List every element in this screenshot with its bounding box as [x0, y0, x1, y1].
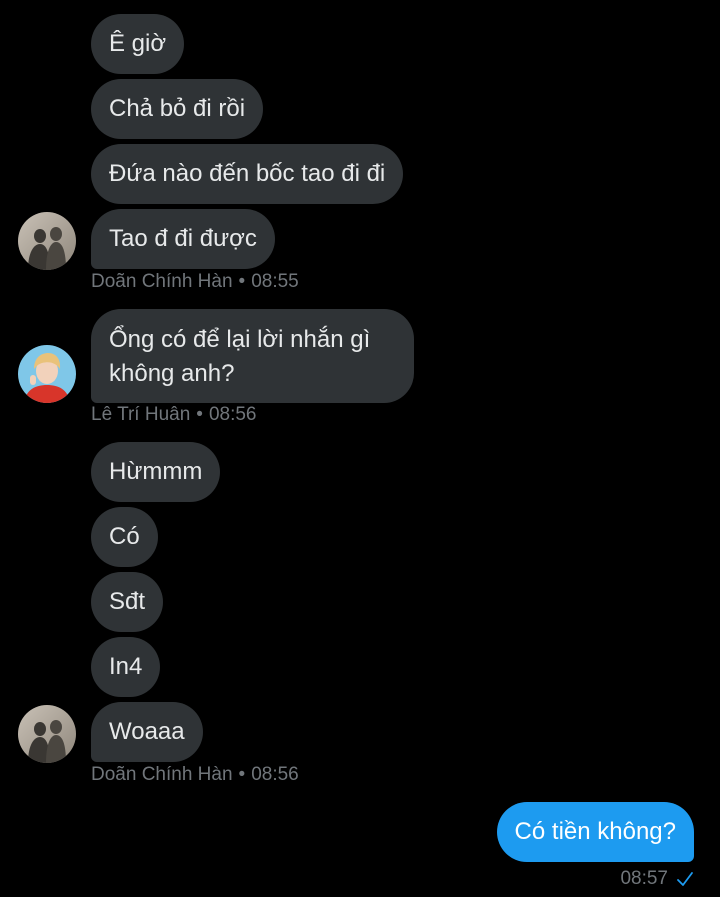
sender-name: Doãn Chính Hàn: [91, 271, 233, 292]
message-bubble[interactable]: Woaaa: [91, 702, 203, 762]
meta-separator: •: [196, 404, 203, 425]
message-time: 08:55: [251, 271, 299, 292]
message-text: In4: [109, 653, 143, 680]
message-bubble[interactable]: Có: [91, 507, 158, 567]
sender-name: Doãn Chính Hàn: [91, 764, 233, 785]
avatar-couple-silhouette-icon: [18, 212, 76, 270]
message-bubble[interactable]: Đứa nào đến bốc tao đi đi: [91, 144, 404, 204]
message-bubble[interactable]: Ê giờ: [91, 14, 185, 74]
meta-separator: •: [238, 764, 246, 785]
message-text: Woaaa: [109, 718, 185, 745]
message-meta: Doãn Chính Hàn • 08:56: [91, 764, 299, 786]
message-bubble[interactable]: Tao đ đi được: [91, 209, 275, 269]
meta-separator: •: [238, 271, 246, 292]
avatar-person-red-shirt-icon: [18, 345, 76, 403]
message-text: Hừmmm: [109, 458, 203, 485]
message-time: 08:56: [251, 764, 299, 785]
outgoing-message-bubble[interactable]: Có tiền không?: [496, 802, 694, 862]
avatar-couple-silhouette-icon: [18, 705, 76, 763]
message-text: Ổng có để lại lời nhắn gì không anh?: [109, 326, 371, 387]
message-time: 08:56: [208, 404, 257, 425]
message-bubble[interactable]: Hừmmm: [91, 442, 221, 502]
message-text: Đứa nào đến bốc tao đi đi: [109, 160, 386, 187]
message-meta: Lê Trí Huân • 08:56: [91, 404, 256, 426]
sender-avatar[interactable]: [18, 212, 76, 270]
message-text: Chả bỏ đi rồi: [109, 95, 246, 122]
message-bubble[interactable]: Sđt: [91, 572, 164, 632]
message-time: 08:57: [620, 868, 668, 889]
check-icon: [677, 872, 693, 886]
message-text: Ê giờ: [109, 30, 167, 57]
message-meta: Doãn Chính Hàn • 08:55: [91, 271, 299, 293]
message-bubble[interactable]: In4: [91, 637, 161, 697]
message-bubble[interactable]: Chả bỏ đi rồi: [91, 79, 264, 139]
sender-name: Lê Trí Huân: [91, 404, 191, 425]
sender-avatar[interactable]: [18, 705, 76, 763]
message-bubble[interactable]: Ổng có để lại lời nhắn gì không anh?: [91, 309, 414, 403]
message-text: Có tiền không?: [514, 818, 676, 845]
message-text: Tao đ đi được: [109, 225, 257, 252]
outgoing-message-meta: 08:57: [620, 868, 694, 890]
sender-avatar[interactable]: [18, 345, 76, 403]
message-text: Sđt: [109, 588, 146, 615]
message-text: Có: [109, 523, 140, 550]
